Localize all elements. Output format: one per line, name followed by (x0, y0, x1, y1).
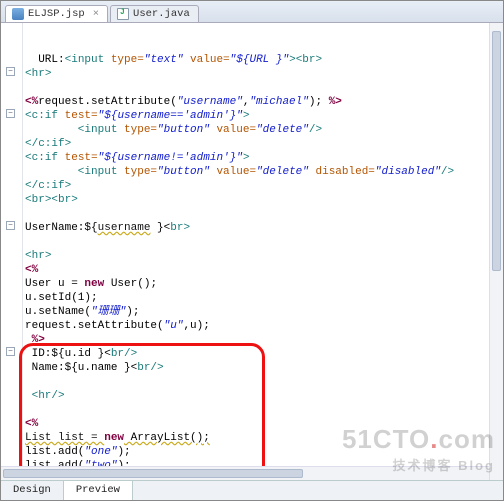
gutter: − − − − (1, 23, 23, 480)
scrollbar-thumb[interactable] (3, 469, 303, 478)
fold-icon[interactable]: − (6, 67, 15, 76)
tab-label: User.java (133, 8, 190, 20)
scrollbar-thumb[interactable] (492, 31, 501, 271)
vertical-scrollbar[interactable] (489, 23, 503, 480)
code-area[interactable]: URL:<input type="text" value="${URL }"><… (23, 23, 503, 480)
tab-userjava[interactable]: User.java (110, 5, 199, 22)
editor-tabbar: ELJSP.jsp × User.java (1, 1, 503, 23)
tab-label: ELJSP.jsp (28, 8, 85, 20)
code-editor[interactable]: − − − − URL:<input type="text" value="${… (1, 23, 503, 480)
fold-icon[interactable]: − (6, 347, 15, 356)
tab-preview[interactable]: Preview (64, 481, 133, 500)
tab-design[interactable]: Design (1, 481, 64, 500)
fold-icon[interactable]: − (6, 221, 15, 230)
close-icon[interactable]: × (93, 8, 99, 20)
java-file-icon (117, 8, 129, 20)
horizontal-scrollbar[interactable] (1, 466, 489, 480)
editor-mode-tabs: Design Preview (1, 480, 503, 500)
tab-eljsp[interactable]: ELJSP.jsp × (5, 5, 108, 22)
jsp-file-icon (12, 8, 24, 20)
fold-icon[interactable]: − (6, 109, 15, 118)
